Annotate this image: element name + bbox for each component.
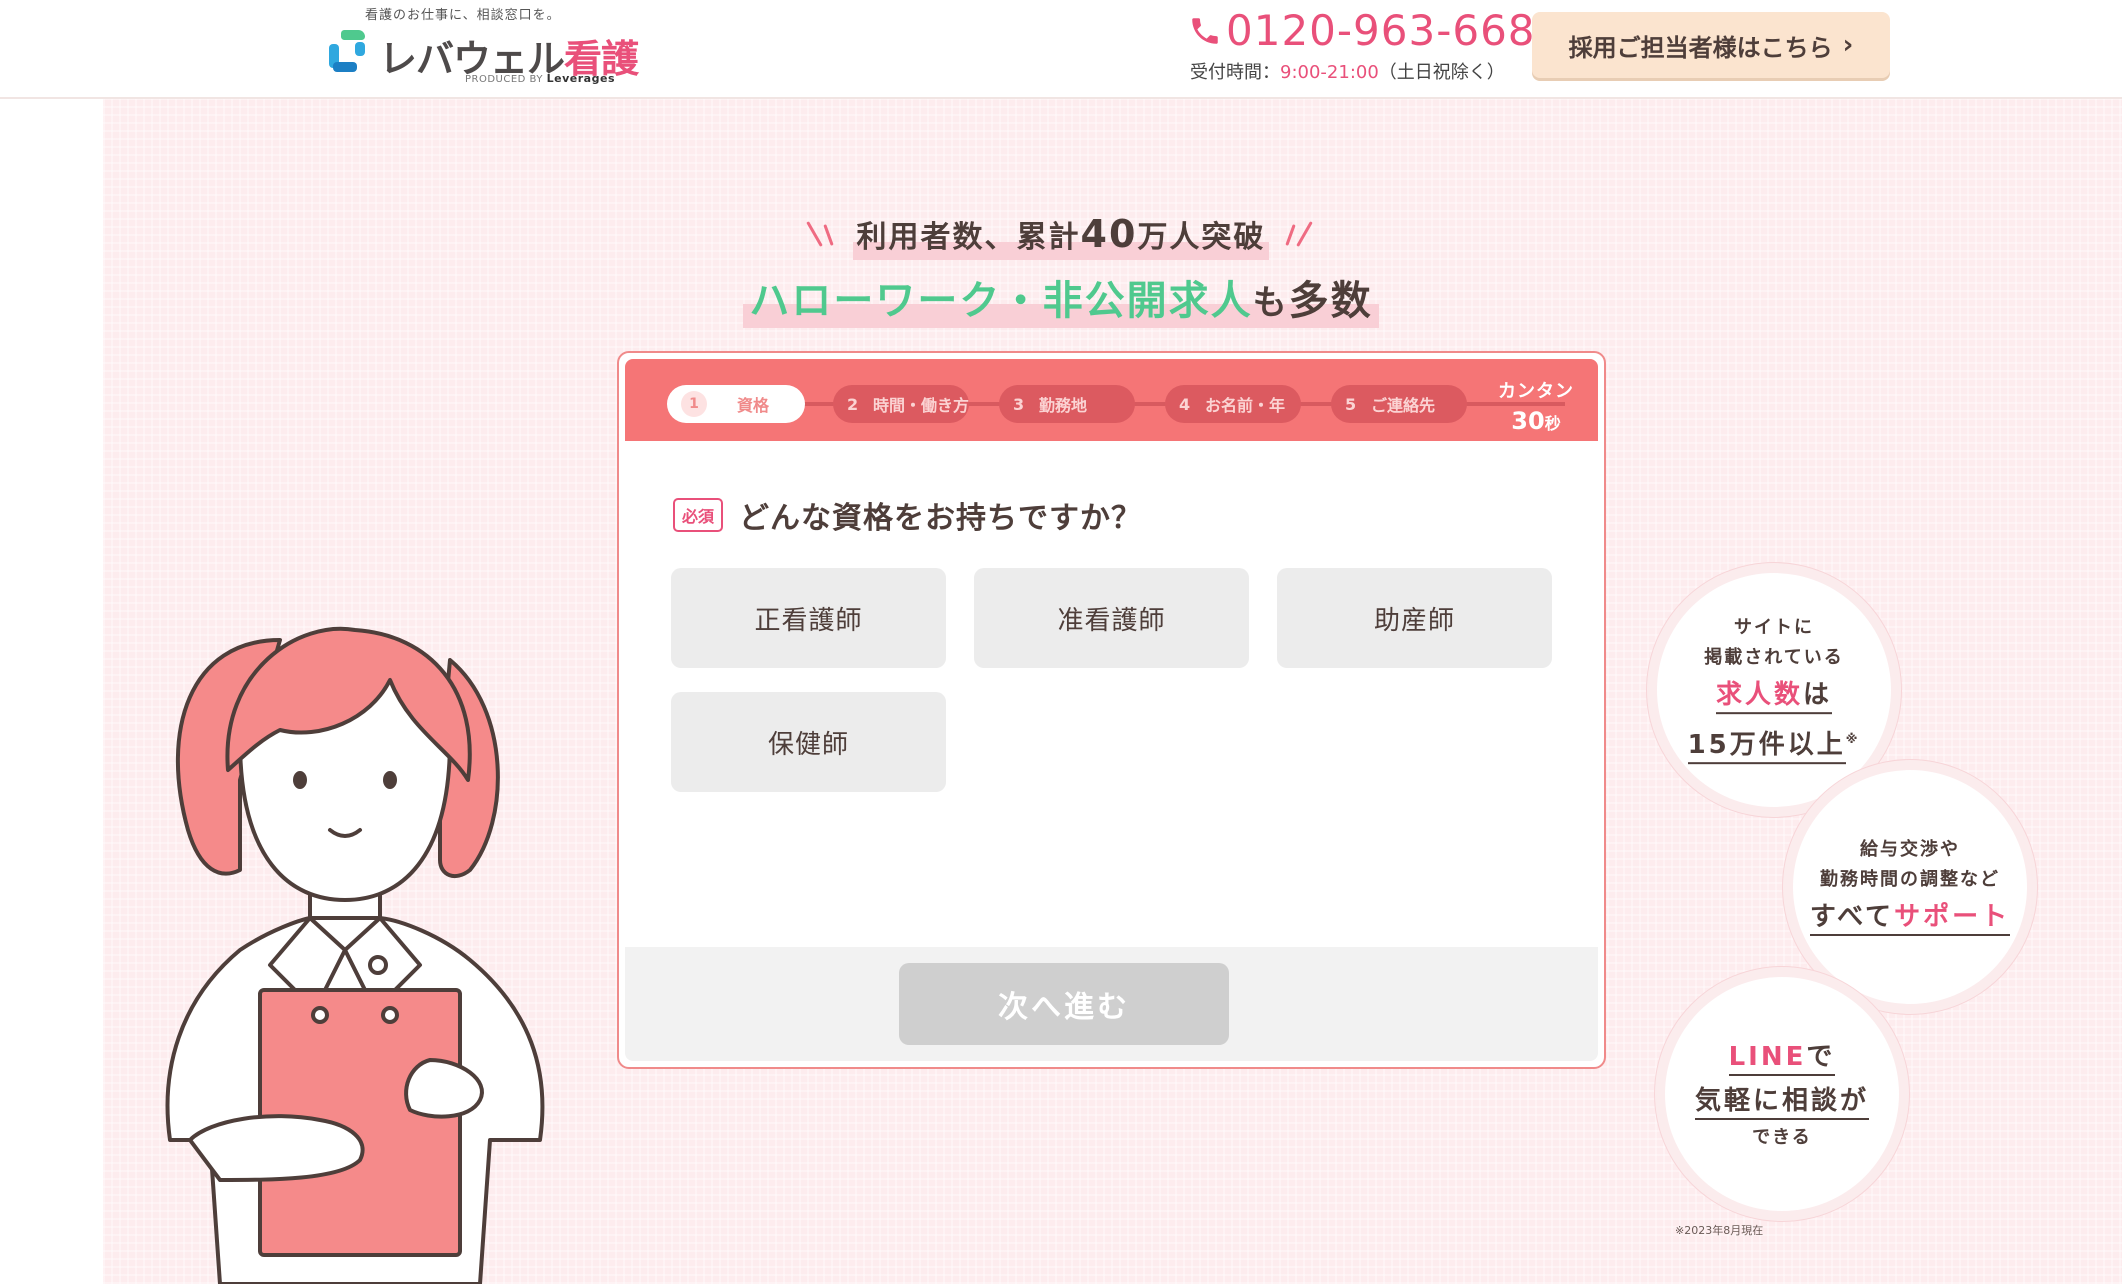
logo-tagline: 看護のお仕事に、相談窓口を。 xyxy=(365,8,561,23)
recruiter-link-button[interactable]: 採用ご担当者様はこちら › xyxy=(1532,12,1890,78)
phone-number[interactable]: 0120-963-668 xyxy=(1188,6,1536,55)
next-button[interactable]: 次へ進む xyxy=(899,963,1229,1045)
feature-support: 給与交渉や 勤務時間の調整など すべてサポート xyxy=(1793,770,2027,1004)
sparkle-icon xyxy=(805,220,839,254)
headline-jobs: ハローワーク・非公開求人も多数 xyxy=(0,268,2122,328)
feature-job-count: サイトに 掲載されている 求人数は 15万件以上※ xyxy=(1657,573,1891,807)
step-progress-bar: 1 資格 2 時間・働き方 3 勤務地 4 お名前・年 5 ご連絡先 カンタン 30秒 xyxy=(625,359,1598,441)
produced-by-label: PRODUCED BY Leverages xyxy=(465,72,615,85)
step-2: 2 時間・働き方 xyxy=(833,385,969,423)
nurse-illustration xyxy=(165,626,545,1284)
chevron-right-icon: › xyxy=(1842,30,1854,60)
phone-icon xyxy=(1192,18,1218,44)
question-heading: 必須 どんな資格をお持ちですか？ xyxy=(673,493,1142,537)
feature-text: サイトに xyxy=(1734,617,1814,639)
recruiter-link-label: 採用ご担当者様はこちら xyxy=(1568,33,1833,62)
required-badge: 必須 xyxy=(673,498,724,532)
step-4: 4 お名前・年 xyxy=(1165,385,1301,423)
step-5: 5 ご連絡先 xyxy=(1331,385,1467,423)
option-public-health-nurse[interactable]: 保健師 xyxy=(671,692,946,792)
footnote: ※2023年8月現在 xyxy=(1675,1224,1764,1237)
step-3: 3 勤務地 xyxy=(999,385,1135,423)
option-registered-nurse[interactable]: 正看護師 xyxy=(671,568,946,668)
form-footer: 次へ進む xyxy=(625,947,1598,1061)
headline-users: 利用者数、累計40万人突破 xyxy=(0,212,2122,260)
feature-text: 給与交渉や xyxy=(1860,839,1960,860)
feature-text: 勤務時間の調整など xyxy=(1820,869,2000,890)
logo-mark-icon xyxy=(329,30,369,74)
phone-contact[interactable]: 0120-963-668 受付時間：9:00-21:00（土日祝除く） xyxy=(1188,6,1535,86)
feature-text: 掲載されている xyxy=(1704,647,1844,669)
site-logo[interactable]: 看護のお仕事に、相談窓口を。 レバウェル看護 PRODUCED BY Lever… xyxy=(329,4,639,88)
option-assistant-nurse[interactable]: 准看護師 xyxy=(974,568,1249,668)
feature-text: できる xyxy=(1752,1127,1812,1148)
step-1: 1 資格 xyxy=(667,385,805,423)
option-midwife[interactable]: 助産師 xyxy=(1277,568,1552,668)
sparkle-icon xyxy=(1283,220,1314,254)
question-text: どんな資格をお持ちですか？ xyxy=(739,501,1143,536)
phone-hours: 受付時間：9:00-21:00（土日祝除く） xyxy=(1190,62,1505,83)
feature-line: LINEで 気軽に相談が できる xyxy=(1665,977,1899,1211)
site-header: 看護のお仕事に、相談窓口を。 レバウェル看護 PRODUCED BY Lever… xyxy=(0,0,2122,99)
signup-form-card: 1 資格 2 時間・働き方 3 勤務地 4 お名前・年 5 ご連絡先 カンタン 30秒 必… xyxy=(617,351,1606,1069)
quick-time-badge: カンタン 30秒 xyxy=(1498,381,1574,435)
